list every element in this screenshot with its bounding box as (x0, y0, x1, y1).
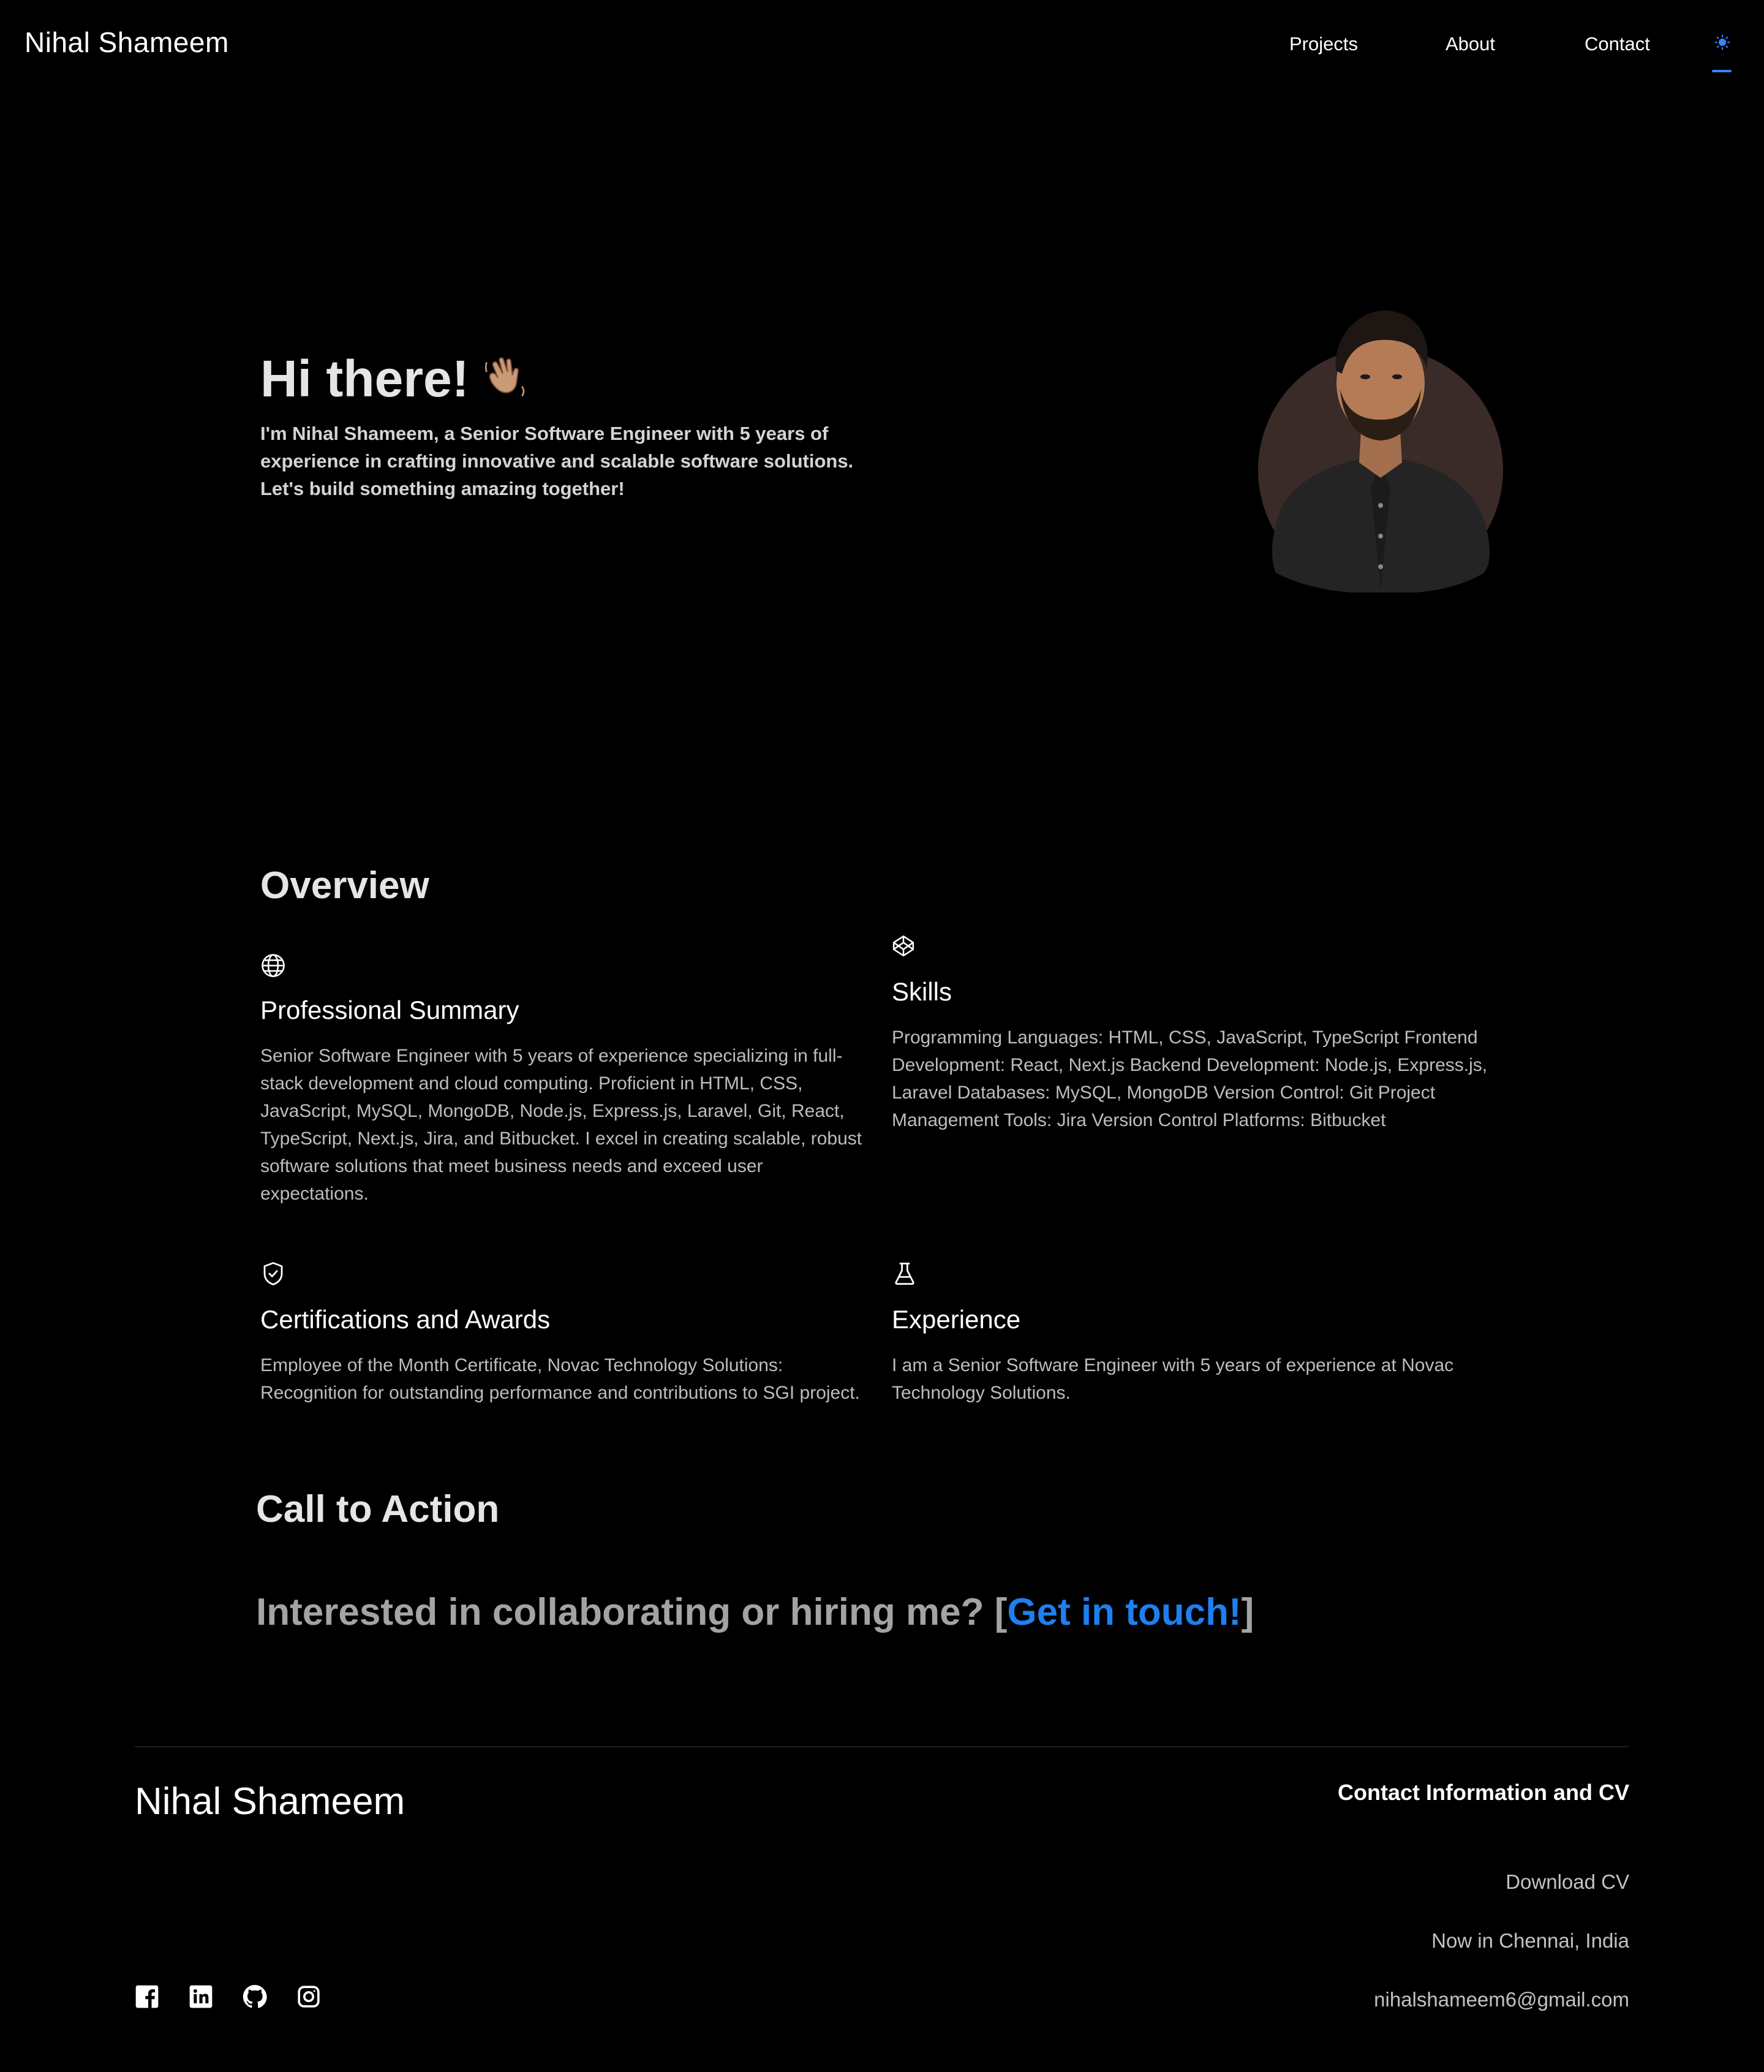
card-text: Employee of the Month Certificate, Novac… (260, 1355, 860, 1403)
flask-icon (895, 1262, 914, 1285)
active-indicator (1712, 70, 1732, 72)
site-header: Nihal Shameem Projects About Contact (0, 0, 1764, 92)
nav-projects[interactable]: Projects (1289, 33, 1358, 55)
card-title: Certifications and Awards (260, 1305, 551, 1334)
location-text: Now in Chennai, India (1431, 1929, 1629, 1952)
profile-photo (1257, 303, 1504, 594)
linkedin-icon[interactable] (189, 1984, 213, 2009)
facebook-icon[interactable] (135, 1984, 159, 2009)
theme-toggle-button[interactable] (1712, 34, 1734, 77)
get-in-touch-link[interactable]: Get in touch! (1007, 1591, 1241, 1633)
footer-brand: Nihal Shameem (135, 1780, 405, 1823)
email-link[interactable]: nihalshameem6@gmail.com (1374, 1988, 1629, 2011)
card-text: I am a Senior Software Engineer with 5 y… (892, 1355, 1454, 1403)
card-title: Professional Summary (260, 996, 519, 1024)
github-icon[interactable] (243, 1984, 267, 2009)
globe-icon (262, 954, 285, 977)
cta-heading: Call to Action (256, 1488, 500, 1530)
nav-about[interactable]: About (1446, 33, 1495, 55)
cta-text: Interested in collaborating or hiring me… (256, 1590, 1254, 1634)
hero-greeting: Hi there! (260, 350, 469, 407)
cta-suffix: ] (1241, 1591, 1254, 1633)
instagram-icon[interactable] (296, 1984, 321, 2009)
hero-heading: Hi there! (260, 349, 532, 415)
footer-divider (135, 1746, 1629, 1747)
card-text: Senior Software Engineer with 5 years of… (260, 1046, 862, 1204)
main-nav: Projects About Contact (0, 33, 1764, 70)
nav-contact[interactable]: Contact (1585, 33, 1650, 55)
download-cv-link[interactable]: Download CV (1506, 1870, 1629, 1894)
card-title: Experience (892, 1305, 1021, 1334)
sun-icon (1714, 34, 1730, 50)
codepen-icon (892, 935, 914, 957)
hero-intro: I'm Nihal Shameem, a Senior Software Eng… (260, 423, 854, 499)
cta-prefix: Interested in collaborating or hiring me… (256, 1591, 1008, 1633)
shield-check-icon (263, 1262, 283, 1285)
overview-heading: Overview (260, 864, 429, 907)
card-title: Skills (892, 977, 952, 1006)
card-text: Programming Languages: HTML, CSS, JavaSc… (892, 1027, 1488, 1130)
social-links (135, 1984, 331, 2009)
footer-contact-heading: Contact Information and CV (1338, 1780, 1629, 1805)
waving-hand-icon (480, 351, 532, 415)
